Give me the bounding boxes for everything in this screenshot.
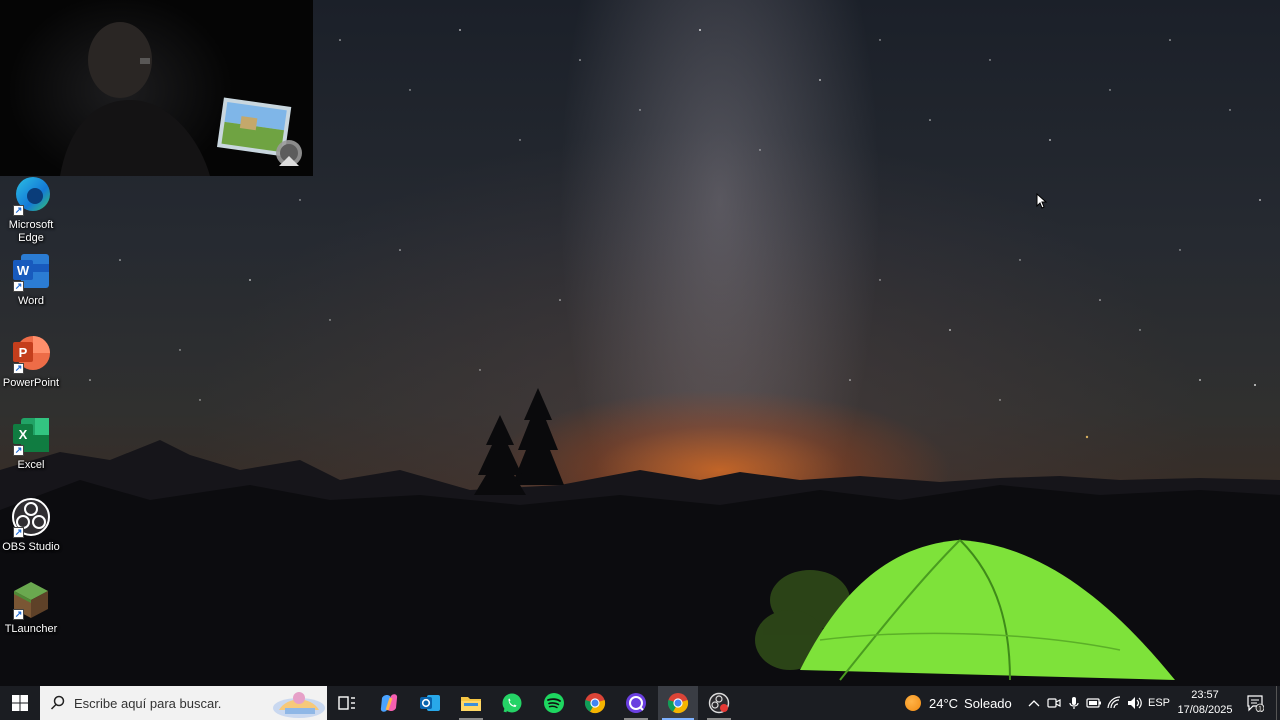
desktop-icon-edge[interactable]: ↗ Microsoft Edge bbox=[0, 176, 62, 245]
shortcut-arrow-icon: ↗ bbox=[13, 527, 24, 538]
shortcut-arrow-icon: ↗ bbox=[13, 445, 24, 456]
spotify-icon bbox=[544, 693, 564, 713]
clock-date: 17/08/2025 bbox=[1177, 704, 1233, 716]
show-desktop-button[interactable] bbox=[1276, 686, 1280, 720]
battery-icon bbox=[1086, 698, 1101, 708]
chrome-icon bbox=[584, 693, 606, 714]
pine-trees bbox=[474, 388, 564, 495]
show-hidden-icons-button[interactable] bbox=[1024, 686, 1044, 720]
obs-icon: ↗ bbox=[11, 498, 51, 538]
svg-text:P: P bbox=[19, 345, 28, 360]
desktop-icon-powerpoint[interactable]: P ↗ PowerPoint bbox=[0, 334, 62, 390]
weather-condition: Soleado bbox=[964, 695, 1012, 711]
search-highlight-illustration-icon bbox=[273, 692, 325, 718]
word-icon: W ↗ bbox=[11, 252, 51, 292]
shortcut-arrow-icon: ↗ bbox=[13, 363, 24, 374]
taskbar-app-chrome-profile[interactable] bbox=[658, 686, 698, 720]
mouse-cursor-icon bbox=[1036, 193, 1048, 209]
task-view-icon bbox=[338, 696, 355, 710]
chrome-icon bbox=[667, 693, 689, 714]
excel-icon: X ↗ bbox=[11, 416, 51, 456]
taskbar-app-copilot[interactable] bbox=[369, 686, 409, 720]
desktop-icon-excel[interactable]: X ↗ Excel bbox=[0, 416, 62, 472]
svg-text:X: X bbox=[19, 427, 28, 442]
tray-battery[interactable] bbox=[1084, 686, 1104, 720]
taskbar-app-chrome[interactable] bbox=[575, 686, 615, 720]
weather-temperature: 24°C bbox=[929, 695, 959, 711]
tray-microphone[interactable] bbox=[1064, 686, 1084, 720]
desktop-icon-label: Excel bbox=[17, 459, 45, 471]
sun-icon bbox=[905, 695, 921, 711]
shortcut-arrow-icon: ↗ bbox=[13, 609, 24, 620]
webcam-scene bbox=[60, 22, 302, 176]
taskbar-clock[interactable]: 23:57 17/08/2025 bbox=[1176, 688, 1234, 718]
taskbar-search-box[interactable]: Escribe aquí para buscar. bbox=[40, 686, 327, 720]
wifi-icon bbox=[1107, 696, 1121, 709]
search-placeholder: Escribe aquí para buscar. bbox=[74, 695, 222, 711]
start-button[interactable] bbox=[0, 686, 40, 720]
taskbar-app-outlook[interactable] bbox=[410, 686, 450, 720]
notification-icon: 1 bbox=[1247, 695, 1264, 712]
taskbar: Escribe aquí para buscar. 24°C Soleado E… bbox=[0, 686, 1280, 720]
weather-widget[interactable]: 24°C Soleado bbox=[905, 686, 1012, 720]
windows-logo-icon bbox=[12, 695, 28, 711]
camera-icon bbox=[1047, 698, 1061, 708]
desktop-icon-label: Microsoft Edge bbox=[8, 219, 54, 244]
desktop-icon-word[interactable]: W ↗ Word bbox=[0, 252, 62, 308]
whatsapp-icon bbox=[502, 693, 522, 713]
desktop-icon-label: Word bbox=[17, 295, 45, 307]
input-language-indicator[interactable]: ESP bbox=[1148, 686, 1170, 720]
obs-icon bbox=[708, 692, 730, 714]
taskbar-app-whatsapp[interactable] bbox=[492, 686, 532, 720]
microphone-icon bbox=[1069, 697, 1079, 709]
taskbar-app-obs-recording[interactable] bbox=[699, 686, 739, 720]
copilot-icon bbox=[380, 694, 398, 712]
svg-text:W: W bbox=[17, 263, 30, 278]
clock-time: 23:57 bbox=[1191, 689, 1219, 701]
notification-center-button[interactable]: 1 bbox=[1242, 686, 1268, 720]
powerpoint-icon: P ↗ bbox=[11, 334, 51, 374]
taskbar-app-circle[interactable] bbox=[616, 686, 656, 720]
tray-meet-now[interactable] bbox=[1044, 686, 1064, 720]
desktop-icon-obs[interactable]: ↗ OBS Studio bbox=[0, 498, 62, 554]
tlauncher-icon: ↗ bbox=[11, 580, 51, 620]
tray-network[interactable] bbox=[1105, 686, 1125, 720]
speaker-icon bbox=[1128, 697, 1142, 709]
taskbar-app-file-explorer[interactable] bbox=[451, 686, 491, 720]
tray-volume[interactable] bbox=[1125, 686, 1145, 720]
folder-icon bbox=[461, 697, 481, 711]
circle-app-icon bbox=[626, 693, 646, 713]
taskbar-app-spotify[interactable] bbox=[534, 686, 574, 720]
webcam-overlay[interactable] bbox=[0, 0, 313, 176]
edge-icon: ↗ bbox=[11, 176, 51, 216]
desktop-icon-tlauncher[interactable]: ↗ TLauncher bbox=[0, 580, 62, 636]
shortcut-arrow-icon: ↗ bbox=[13, 281, 24, 292]
desktop-icon-label: PowerPoint bbox=[2, 377, 60, 389]
search-icon bbox=[50, 695, 65, 710]
chevron-up-icon bbox=[1028, 700, 1040, 707]
task-view-button[interactable] bbox=[327, 686, 367, 720]
desktop-icon-label: OBS Studio bbox=[2, 541, 60, 553]
desktop-icon-label: TLauncher bbox=[4, 623, 58, 635]
outlook-icon bbox=[420, 695, 440, 711]
shortcut-arrow-icon: ↗ bbox=[13, 205, 24, 216]
